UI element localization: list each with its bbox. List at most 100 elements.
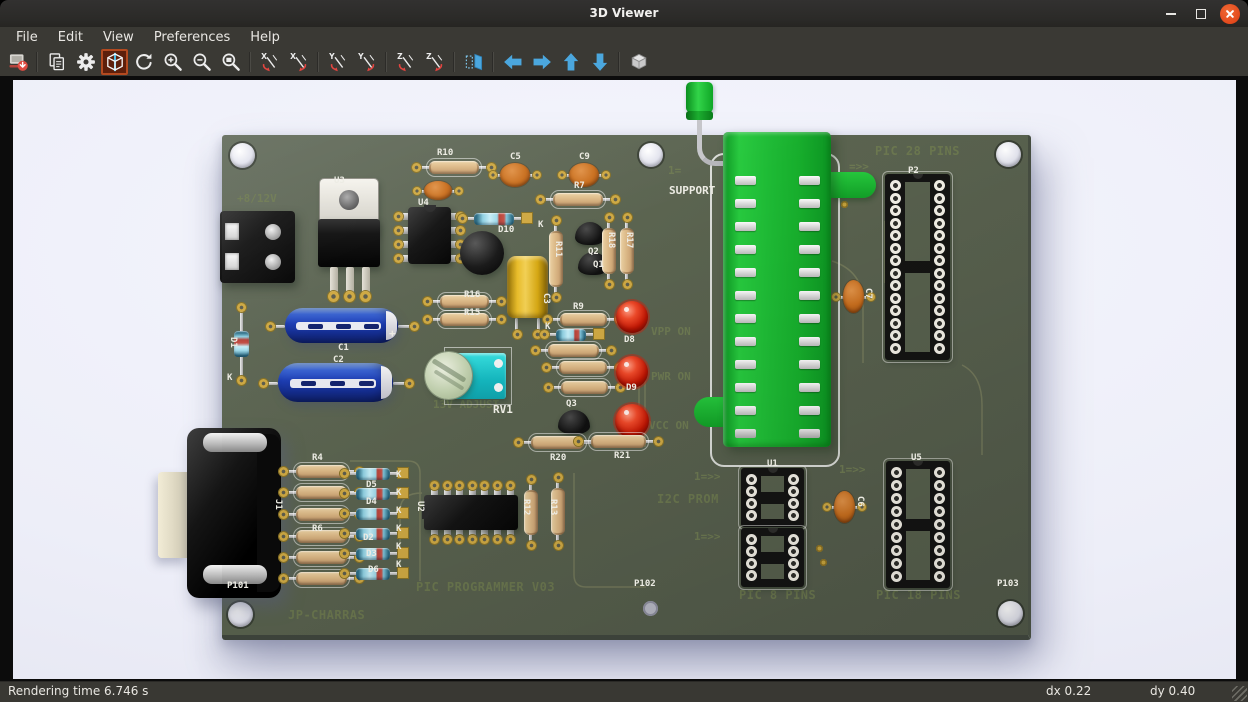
ceramic-capacitor	[500, 163, 530, 187]
zif-tab	[694, 397, 724, 427]
reload-board-button[interactable]	[130, 49, 157, 75]
toolbar-separator	[317, 52, 319, 72]
menu-item-preferences[interactable]: Preferences	[144, 27, 240, 48]
silkscreen-label: PIC 28 PINS	[875, 144, 960, 158]
trimmer-potentiometer	[425, 350, 515, 406]
via-gold	[841, 201, 848, 208]
zif-tab	[831, 172, 876, 198]
zoom-in-button[interactable]	[159, 49, 186, 75]
zoom-fit-button[interactable]	[217, 49, 244, 75]
resistor	[591, 435, 646, 448]
dip-socket	[886, 461, 950, 588]
rotate-z-ccw-button[interactable]: Z	[421, 49, 448, 75]
toolbar-separator	[36, 52, 38, 72]
led	[616, 301, 648, 333]
silkscreen-label: R15	[464, 308, 480, 318]
copy-icon	[46, 51, 68, 73]
move-up-button[interactable]	[557, 49, 584, 75]
silkscreen-label: K	[396, 506, 401, 516]
silkscreen-label: P103	[997, 579, 1019, 589]
silkscreen-label: R11	[553, 241, 563, 257]
silkscreen-label: D1	[228, 337, 238, 348]
toolbar-separator	[453, 52, 455, 72]
menu-item-view[interactable]: View	[93, 27, 144, 48]
rotate-y-ccw-button[interactable]: Y	[353, 49, 380, 75]
silkscreen-label: C1	[338, 343, 349, 353]
zoom-out-icon	[191, 51, 213, 73]
film-capacitor	[507, 256, 548, 318]
render-options-button[interactable]	[72, 49, 99, 75]
3d-viewport[interactable]: U3R10U4C5C9R7D10KQ2Q1R18R17R11C3R16R15R9…	[13, 80, 1236, 679]
resistor	[549, 231, 563, 287]
silkscreen-label: P102	[634, 579, 656, 589]
toolbar-separator	[249, 52, 251, 72]
rendering-time: Rendering time 6.746 s	[8, 684, 148, 698]
silkscreen-label: K	[396, 470, 401, 480]
silkscreen-label: D6	[368, 565, 379, 575]
menu-item-help[interactable]: Help	[240, 27, 290, 48]
titlebar[interactable]: 3D Viewer	[0, 0, 1248, 28]
menu-item-edit[interactable]: Edit	[48, 27, 93, 48]
maximize-button[interactable]	[1190, 3, 1211, 24]
minimize-button[interactable]	[1160, 3, 1181, 24]
maximize-icon	[1196, 9, 1206, 19]
svg-text:Y: Y	[328, 52, 335, 61]
silkscreen-label: 1=	[668, 164, 681, 177]
export-image-button[interactable]	[4, 49, 31, 75]
resistor	[553, 193, 603, 206]
flip-board-button[interactable]	[460, 49, 487, 75]
arrow-right-icon	[531, 51, 553, 73]
svg-text:X: X	[261, 52, 267, 61]
svg-text:Y: Y	[357, 52, 364, 61]
silkscreen-label: K	[545, 322, 550, 332]
ceramic-capacitor	[834, 491, 855, 523]
move-right-button[interactable]	[528, 49, 555, 75]
dip-socket	[885, 174, 950, 360]
copy-image-button[interactable]	[43, 49, 70, 75]
rotate-x-cw-button[interactable]: X	[256, 49, 283, 75]
raytracing-toggle[interactable]	[101, 49, 128, 75]
resize-grip[interactable]	[1232, 686, 1247, 701]
rotate-x-ccw-button[interactable]: X	[285, 49, 312, 75]
zoom-out-button[interactable]	[188, 49, 215, 75]
silkscreen-label: RV1	[493, 403, 513, 416]
arrow-down-icon	[589, 51, 611, 73]
menu-item-file[interactable]: File	[6, 27, 48, 48]
move-left-button[interactable]	[499, 49, 526, 75]
via-gold	[816, 545, 823, 552]
minimize-icon	[1166, 13, 1176, 15]
silkscreen-label: K	[396, 524, 401, 534]
silkscreen-label: K	[396, 488, 401, 498]
resistor	[429, 161, 479, 174]
move-down-button[interactable]	[586, 49, 613, 75]
cube-ortho-icon	[628, 51, 650, 73]
silkscreen-label: PIC 18 PINS	[876, 588, 961, 602]
silkscreen-label: C6	[855, 496, 865, 507]
silkscreen-label: 1=>>	[839, 463, 866, 476]
rot-ccw-icon: Y	[356, 51, 378, 73]
diode	[556, 329, 586, 341]
arrow-up-icon	[560, 51, 582, 73]
rotate-z-cw-button[interactable]: Z	[392, 49, 419, 75]
rotate-y-cw-button[interactable]: Y	[324, 49, 351, 75]
silkscreen-label: D3	[366, 549, 377, 559]
toolbar: X X Y Y ZZ	[0, 48, 1248, 76]
zif-lever-handle	[686, 82, 713, 112]
zoom-in-icon	[162, 51, 184, 73]
silkscreen-label: R4	[312, 453, 323, 463]
svg-text:X: X	[290, 52, 296, 61]
orthographic-button[interactable]	[625, 49, 652, 75]
dip-ic	[424, 495, 518, 530]
voltage-regulator	[318, 179, 380, 295]
mounting-hole	[228, 602, 253, 627]
silkscreen-label: SUPPORT	[669, 184, 715, 197]
mounting-hole	[639, 143, 663, 167]
resistor	[560, 313, 607, 326]
rot-ccw-icon: Z	[424, 51, 446, 73]
viewport-frame: U3R10U4C5C9R7D10KQ2Q1R18R17R11C3R16R15R9…	[0, 76, 1248, 682]
dip-socket	[741, 468, 804, 527]
silkscreen-label: R18	[606, 232, 616, 248]
close-button[interactable]	[1220, 4, 1240, 24]
mounting-hole	[230, 143, 255, 168]
silkscreen-label: P101	[227, 581, 249, 591]
